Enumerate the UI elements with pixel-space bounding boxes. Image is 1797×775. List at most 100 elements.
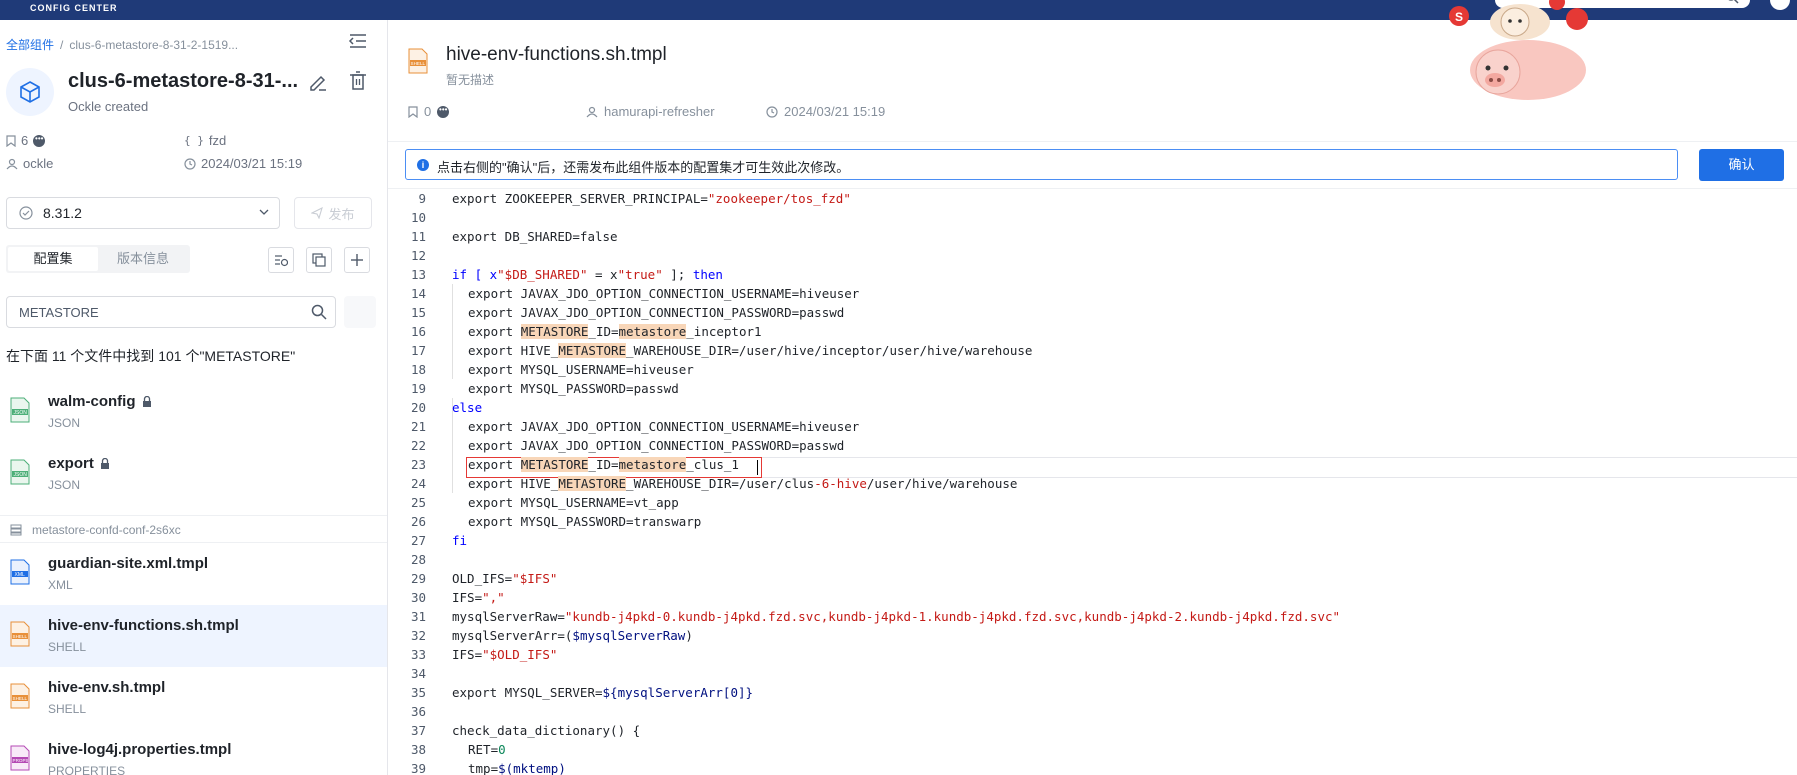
tab-version-info[interactable]: 版本信息 [98,247,188,271]
code-token: export HIVE_ [468,476,559,491]
file-updater: hamurapi-refresher [586,104,715,119]
more-icon[interactable]: ••• [33,134,46,147]
line-number: 23 [410,457,426,472]
code-line: 17 export HIVE_METASTORE_WAREHOUSE_DIR=/u… [388,341,1797,360]
line-number: 18 [410,362,426,377]
component-bookmark-count: 6 ••• [6,133,46,148]
line-number: 13 [410,267,426,282]
line-number: 38 [410,742,426,757]
edit-icon[interactable] [308,72,328,92]
search-icon[interactable] [1726,0,1740,4]
breadcrumb-root-link[interactable]: 全部组件 [6,38,54,52]
code-text: export MYSQL_PASSWORD=passwd [452,379,679,398]
line-number: 21 [410,419,426,434]
file-item-hive-env-functions[interactable]: SHELL hive-env-functions.sh.tmpl SHELL [0,605,387,667]
code-token: export JAVAX_JDO_OPTION_CONNECTION_PASSW… [468,438,845,453]
file-type: JSON [48,416,81,430]
braces-icon: { } [184,134,204,147]
publish-button[interactable]: 发布 [294,197,372,229]
breadcrumb-separator: / [60,38,64,52]
code-token: _inceptor1 [686,324,762,339]
file-updated-time: 2024/03/21 15:19 [766,104,885,119]
code-token: $mysqlServerRaw [572,628,686,643]
file-type: JSON [48,478,81,492]
code-token: "$DB_SHARED" [497,267,588,282]
code-line: 18 export MYSQL_USERNAME=hiveuser [388,360,1797,379]
collapse-sidebar-icon[interactable] [348,32,368,50]
code-token: mysqlServerRaw= [452,609,565,624]
code-text: mysqlServerArr=($mysqlServerRaw) [452,626,693,645]
file-item-export[interactable]: JSON export JSON [0,443,387,505]
code-token: RET= [468,742,499,757]
code-token: export MYSQL_PASSWORD=transwarp [468,514,702,529]
publish-label: 发布 [328,206,355,222]
code-editor[interactable]: 9 export ZOOKEEPER_SERVER_PRINCIPAL="zook… [388,188,1797,775]
code-token: "$IFS" [512,571,558,586]
version-select[interactable]: 8.31.2 [6,197,280,229]
code-token: "true" [617,267,663,282]
code-line: 30 IFS="," [388,588,1797,607]
code-line: 16 export METASTORE_ID=metastore_inceptor… [388,322,1797,341]
search-options-button[interactable] [344,296,376,328]
file-title: hive-env-functions.sh.tmpl [446,44,667,65]
search-match: METASTORE [520,457,589,472]
line-number: 31 [410,609,426,624]
user-menu-button[interactable] [1770,0,1790,10]
code-line: 32 mysqlServerArr=($mysqlServerRaw) [388,626,1797,645]
code-token: $(mktemp) [498,761,566,775]
file-item-hive-env[interactable]: SHELL hive-env.sh.tmpl SHELL [0,667,387,729]
line-number: 29 [410,571,426,586]
code-text: IFS="," [452,588,505,607]
code-token: export [468,457,521,472]
search-icon[interactable] [311,304,327,320]
more-icon[interactable]: ••• [437,105,450,118]
code-token: ) [685,628,693,643]
config-group-label: metastore-confd-conf-2s6xc [32,523,181,537]
line-number: 16 [410,324,426,339]
file-search-input[interactable] [7,297,307,327]
copy-button[interactable] [306,247,332,273]
code-line: 11 export DB_SHARED=false [388,227,1797,246]
history-button[interactable] [268,247,294,273]
file-editor-panel: SHELL hive-env-functions.sh.tmpl 暂无描述 0 … [388,20,1797,775]
code-token: = x [587,267,618,282]
version-value: 8.31.2 [43,205,82,221]
code-line: 13 if [ x"$DB_SHARED" = x"true" ]; then [388,265,1797,284]
file-name: walm-config [48,393,152,410]
namespace-label: fzd [208,133,227,148]
bookmark-count: 6 [21,133,29,148]
file-name: export [48,455,110,472]
send-icon [311,207,324,219]
file-bookmark-count: 0 ••• [408,104,450,119]
confirm-button[interactable]: 确认 [1699,149,1784,181]
code-text: export MYSQL_SERVER=${mysqlServerArr[0]} [452,683,753,702]
file-item-hive-log4j[interactable]: PROPS hive-log4j.properties.tmpl PROPERT… [0,729,387,775]
file-icon-label: SHELL [13,696,28,701]
code-text: export ZOOKEEPER_SERVER_PRINCIPAL="zooke… [452,189,851,208]
config-group-header[interactable]: metastore-confd-conf-2s6xc [0,515,387,543]
history-list-icon [275,255,288,267]
code-line: 19 export MYSQL_PASSWORD=passwd [388,379,1797,398]
file-item-guardian-site[interactable]: XML guardian-site.xml.tmpl XML [0,543,387,605]
search-result-summary: 在下面 11 个文件中找到 101 个"METASTORE" [6,348,296,364]
line-number: 22 [410,438,426,453]
code-token: tmp= [468,761,499,775]
component-owner: ockle [6,156,53,171]
file-item-walm-config[interactable]: JSON walm-config JSON [0,381,387,443]
code-line: 38 RET=0 [388,740,1797,759]
code-text: export MYSQL_USERNAME=vt_app [452,493,679,512]
cube-icon [20,81,40,103]
line-number: 30 [410,590,426,605]
tab-config-set[interactable]: 配置集 [8,247,98,271]
code-line: 28 [388,550,1797,569]
code-line: 31 mysqlServerRaw="kundb-j4pkd-0.kundb-j4… [388,607,1797,626]
code-text: RET=0 [452,740,506,759]
updated-time-label: 2024/03/21 15:19 [784,104,886,119]
add-file-button[interactable] [344,247,370,273]
code-line: 26 export MYSQL_PASSWORD=transwarp [388,512,1797,531]
code-line: 29 OLD_IFS="$IFS" [388,569,1797,588]
code-text: export HIVE_METASTORE_WAREHOUSE_DIR=/use… [452,341,1032,360]
check-circle-icon [19,206,33,220]
code-token: export [468,324,521,339]
delete-icon[interactable] [348,70,368,92]
